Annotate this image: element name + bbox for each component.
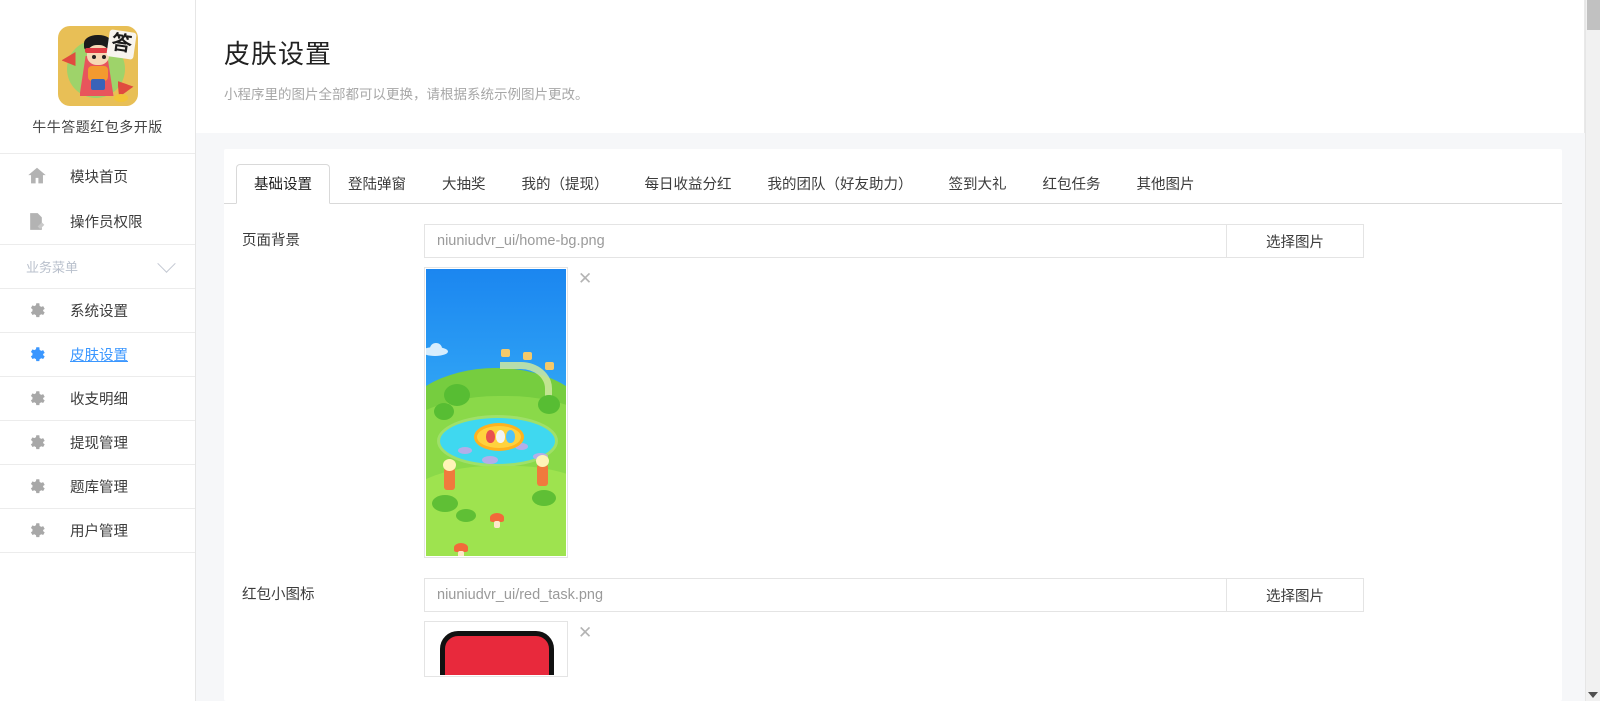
sidebar-item-operator-permission[interactable]: 操作员权限 [0,199,195,244]
page-title: 皮肤设置 [224,39,333,69]
page-background-select-image-button[interactable]: 选择图片 [1226,224,1364,258]
field-group: 选择图片 [424,224,1562,558]
sidebar-item-skin-settings[interactable]: 皮肤设置 [0,333,195,377]
redpacket-icon-path-input[interactable] [424,578,1226,612]
sidebar-biz-group: 系统设置 皮肤设置 收支明细 提现管理 题库管理 用户管理 [0,289,195,553]
gear-icon [26,301,52,321]
sidebar-item-label: 操作员权限 [70,214,143,231]
thumbnail-row: ✕ [424,267,1562,558]
chevron-down-icon[interactable] [157,254,176,273]
sidebar-item-label: 用户管理 [70,524,128,540]
page-background-path-input[interactable] [424,224,1226,258]
scroll-down-arrow-icon[interactable] [1588,692,1598,698]
sidebar-item-user-management[interactable]: 用户管理 [0,509,195,553]
tab-mine-withdraw[interactable]: 我的（提现） [504,164,627,204]
content-body: 基础设置 登陆弹窗 大抽奖 我的（提现） 每日收益分红 我的团队（好友助力） 签… [196,133,1600,701]
page-background-thumbnail[interactable] [424,267,568,558]
form-label: 页面背景 [242,233,300,249]
tab-redpacket-task[interactable]: 红包任务 [1025,164,1119,204]
brand-block: 答 牛牛答题红包多开版 [0,0,195,154]
document-edit-icon [26,211,52,232]
sidebar: 答 牛牛答题红包多开版 模块首页 操作员权限 业务菜单 系统设置 皮肤设置 收支… [0,0,196,701]
sidebar-item-income-details[interactable]: 收支明细 [0,377,195,421]
tab-basic-settings[interactable]: 基础设置 [236,164,330,204]
home-bg-preview [426,269,566,556]
tab-bar: 基础设置 登陆弹窗 大抽奖 我的（提现） 每日收益分红 我的团队（好友助力） 签… [224,149,1562,204]
sidebar-item-label: 模块首页 [70,169,128,186]
settings-card: 基础设置 登陆弹窗 大抽奖 我的（提现） 每日收益分红 我的团队（好友助力） 签… [224,149,1562,701]
page-header: 皮肤设置 小程序里的图片全部都可以更换，请根据系统示例图片更改。 [196,0,1600,133]
form-row-redpacket-icon: 红包小图标 选择图片 ✕ [224,558,1562,677]
tab-login-popup[interactable]: 登陆弹窗 [330,164,424,204]
page-background-delete-icon[interactable]: ✕ [578,270,592,287]
sidebar-top-group: 模块首页 操作员权限 [0,154,195,245]
home-icon [26,165,52,187]
sidebar-item-module-home[interactable]: 模块首页 [0,154,195,199]
page-subtitle: 小程序里的图片全部都可以更换，请根据系统示例图片更改。 [224,87,589,102]
sidebar-item-system-settings[interactable]: 系统设置 [0,289,195,333]
sidebar-item-question-bank-management[interactable]: 题库管理 [0,465,195,509]
logo-badge-char: 答 [105,29,137,60]
gear-icon [26,389,52,409]
tab-my-team-friend-boost[interactable]: 我的团队（好友助力） [750,164,931,204]
app-logo-avatar: 答 [57,26,138,106]
sidebar-item-label: 皮肤设置 [70,348,128,364]
gear-icon [26,521,52,541]
gear-icon [26,345,52,365]
red-task-preview [426,623,566,675]
sidebar-section-business-menu[interactable]: 业务菜单 [0,245,195,289]
app-root: 答 牛牛答题红包多开版 模块首页 操作员权限 业务菜单 系统设置 皮肤设置 收支… [0,0,1600,701]
thumbnail-row: ✕ [424,621,1562,677]
main-content: 皮肤设置 小程序里的图片全部都可以更换，请根据系统示例图片更改。 基础设置 登陆… [196,0,1600,701]
input-group: 选择图片 [424,578,1364,612]
tab-big-lottery[interactable]: 大抽奖 [424,164,504,204]
sidebar-item-label: 提现管理 [70,436,128,452]
redpacket-icon-delete-icon[interactable]: ✕ [578,624,592,641]
tab-daily-income-dividend[interactable]: 每日收益分红 [627,164,750,204]
sidebar-item-label: 系统设置 [70,304,128,320]
brand-title: 牛牛答题红包多开版 [32,119,163,135]
gear-icon [26,433,52,453]
tab-other-images[interactable]: 其他图片 [1119,164,1213,204]
redpacket-icon-thumbnail[interactable] [424,621,568,677]
sidebar-item-label: 收支明细 [70,392,128,408]
sidebar-section-label: 业务菜单 [26,260,79,275]
form-row-page-background: 页面背景 选择图片 [224,204,1562,558]
sidebar-item-withdraw-management[interactable]: 提现管理 [0,421,195,465]
page-scrollbar[interactable] [1585,0,1600,701]
redpacket-icon-select-image-button[interactable]: 选择图片 [1226,578,1364,612]
sidebar-item-label: 题库管理 [70,480,128,496]
input-group: 选择图片 [424,224,1364,258]
nest-egg-art [474,423,524,451]
field-group: 选择图片 ✕ [424,578,1562,677]
gear-icon [26,477,52,497]
form-label: 红包小图标 [242,587,315,603]
scroll-thumb[interactable] [1587,0,1600,30]
tab-signin-gift[interactable]: 签到大礼 [931,164,1025,204]
